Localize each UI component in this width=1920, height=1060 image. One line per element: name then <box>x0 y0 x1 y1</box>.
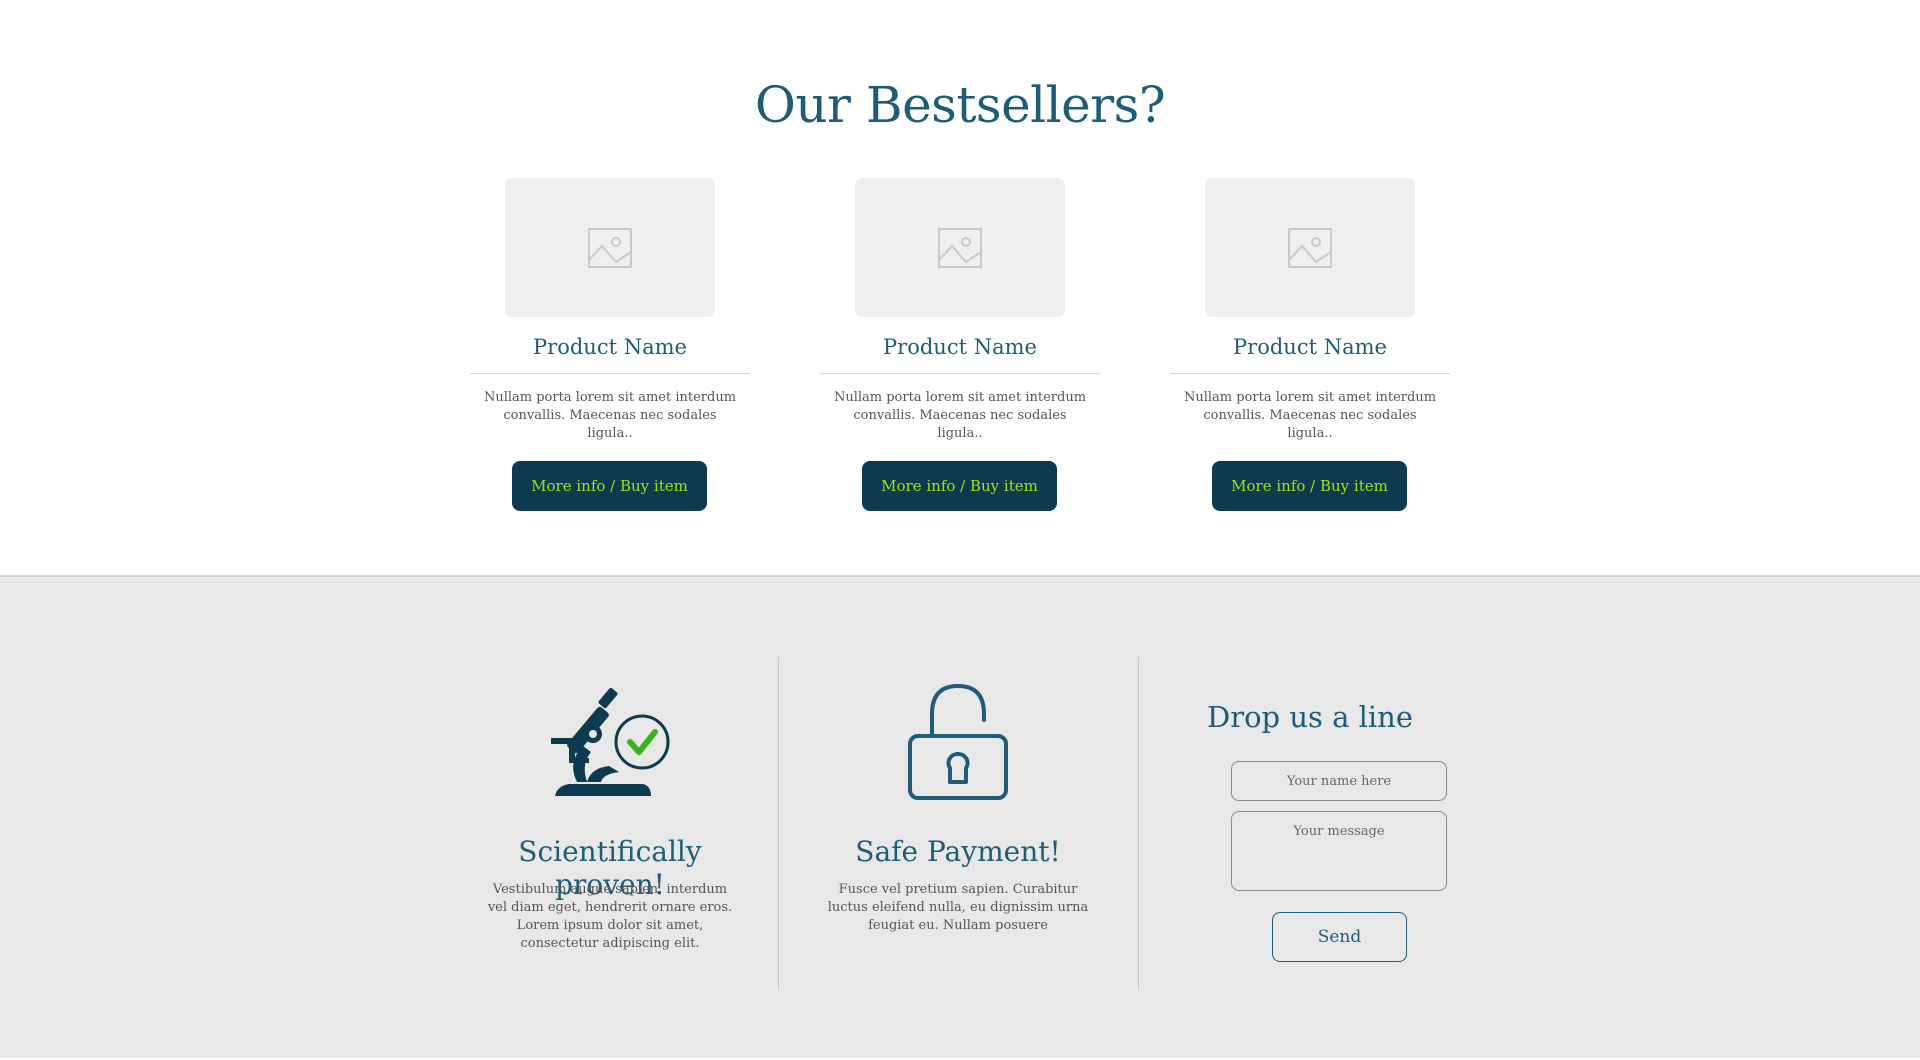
padlock-open-icon <box>908 683 1008 800</box>
bestsellers-title: Our Bestsellers? <box>754 76 1166 134</box>
product-image <box>1205 178 1415 317</box>
product-description: Nullam porta lorem sit amet interdum con… <box>483 390 737 441</box>
image-placeholder-icon <box>588 227 632 268</box>
product-card: Product Name Nullam porta lorem sit amet… <box>470 178 750 518</box>
message-textarea[interactable] <box>1231 811 1447 891</box>
feature-text: Vestibulum augue sapien, interdum vel di… <box>487 882 733 951</box>
column-divider <box>778 657 779 990</box>
product-card: Product Name Nullam porta lorem sit amet… <box>820 178 1100 518</box>
product-name: Product Name <box>533 335 687 359</box>
name-input[interactable] <box>1231 761 1447 801</box>
product-description: Nullam porta lorem sit amet interdum con… <box>833 390 1087 441</box>
buy-item-button[interactable]: More info / Buy item <box>512 461 707 511</box>
feature-scientific: Scientifically proven! Vestibulum augue … <box>470 577 750 1060</box>
product-divider <box>820 373 1100 374</box>
product-description: Nullam porta lorem sit amet interdum con… <box>1183 390 1437 441</box>
product-divider <box>1170 373 1450 374</box>
product-image <box>855 178 1065 317</box>
product-divider <box>470 373 750 374</box>
product-name: Product Name <box>883 335 1037 359</box>
buy-item-button[interactable]: More info / Buy item <box>862 461 1057 511</box>
buy-item-button[interactable]: More info / Buy item <box>1212 461 1407 511</box>
microscope-check-icon <box>551 687 670 796</box>
contact-form: Drop us a line Send <box>1170 577 1450 1060</box>
image-placeholder-icon <box>1288 227 1332 268</box>
product-card: Product Name Nullam porta lorem sit amet… <box>1170 178 1450 518</box>
product-name: Product Name <box>1233 335 1387 359</box>
feature-title: Safe Payment! <box>855 835 1061 868</box>
send-button[interactable]: Send <box>1272 912 1407 962</box>
feature-payment: Safe Payment! Fusce vel pretium sapien. … <box>818 577 1098 1060</box>
column-divider <box>1138 657 1139 990</box>
bestsellers-section: Our Bestsellers? Product Name Nullam por… <box>0 0 1920 575</box>
features-section: Scientifically proven! Vestibulum augue … <box>0 575 1920 1058</box>
feature-text: Fusce vel pretium sapien. Curabitur luct… <box>827 882 1089 933</box>
contact-title: Drop us a line <box>1206 700 1414 734</box>
product-image <box>505 178 715 317</box>
image-placeholder-icon <box>938 227 982 268</box>
